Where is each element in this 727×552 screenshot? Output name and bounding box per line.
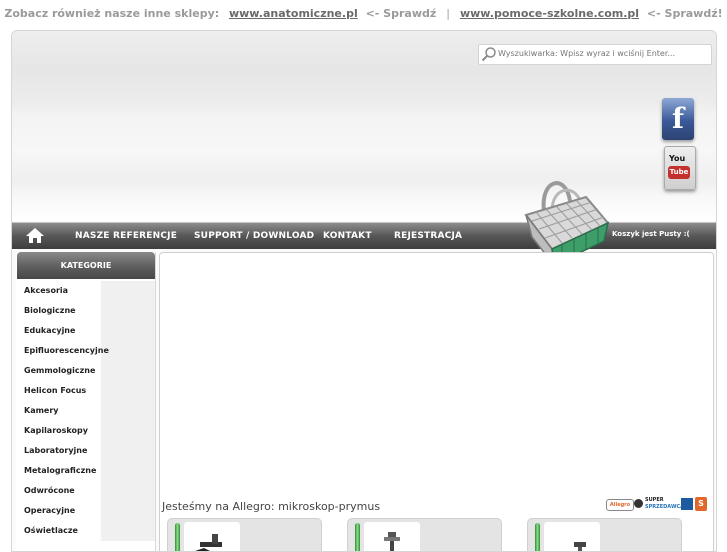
check-hint-1: <- Sprawdź [365, 7, 437, 20]
super-seller-icon [634, 499, 643, 508]
category-item[interactable]: Akcesoria [16, 281, 155, 301]
page-frame: f You Tube NASZE REFERENCJE SUPPORT / DO… [11, 30, 717, 552]
category-item[interactable]: Epifluorescencyjne [16, 341, 155, 361]
other-shops-label: Zobacz również nasze inne sklepy: [4, 7, 220, 20]
youtube-text-you: You [669, 154, 686, 163]
category-item[interactable]: Kamery [16, 401, 155, 421]
category-item[interactable]: Kapilaroskopy [16, 421, 155, 441]
category-item[interactable]: Laboratoryjne [16, 441, 155, 461]
product-thumbnail[interactable] [184, 522, 240, 551]
category-list: Akcesoria Biologiczne Edukacyjne Epifluo… [16, 281, 155, 541]
other-shops-bar: Zobacz również nasze inne sklepy: www.an… [0, 0, 727, 28]
allegro-badges: Allegro SUPER SPRZEDAWCA S [606, 496, 710, 512]
category-item[interactable]: Helicon Focus [16, 381, 155, 401]
search-input[interactable] [498, 46, 706, 61]
microscope-icon [195, 534, 222, 551]
youtube-icon[interactable]: You Tube [664, 146, 696, 190]
nav-register[interactable]: REJESTRACJA [394, 223, 462, 250]
super-seller-subtext: SPRZEDAWCA [645, 504, 685, 510]
link-separator: | [446, 7, 451, 20]
green-marker [355, 523, 360, 551]
category-item[interactable]: Metalograficzne [16, 461, 155, 481]
category-sidebar: KATEGORIE Akcesoria Biologiczne Edukacyj… [16, 252, 156, 551]
nav-support-download[interactable]: SUPPORT / DOWNLOAD [194, 223, 314, 250]
package-icon [681, 498, 693, 510]
main-nav: NASZE REFERENCJE SUPPORT / DOWNLOAD KONT… [12, 222, 716, 249]
category-item[interactable]: Gemmologiczne [16, 361, 155, 381]
allegro-logo: Allegro [606, 499, 634, 511]
green-marker [535, 523, 540, 551]
youtube-text-tube: Tube [668, 166, 690, 179]
category-item[interactable]: Biologiczne [16, 301, 155, 321]
nav-contact[interactable]: KONTAKT [323, 223, 372, 250]
category-item[interactable]: Oświetlacze [16, 521, 155, 541]
product-card[interactable] [527, 518, 682, 551]
super-seller-text: SUPER [645, 497, 664, 503]
allegro-heading[interactable]: Jesteśmy na Allegro: mikroskop-prymus [162, 500, 380, 513]
product-card[interactable] [167, 518, 322, 551]
product-card[interactable] [347, 518, 502, 551]
facebook-glyph: f [671, 102, 685, 135]
link-anatomiczne[interactable]: www.anatomiczne.pl [229, 7, 358, 20]
product-thumbnail[interactable] [544, 522, 600, 551]
s-logo-icon: S [695, 497, 707, 511]
green-marker [175, 523, 180, 551]
category-item[interactable]: Operacyjne [16, 501, 155, 521]
search-box[interactable] [478, 44, 712, 65]
product-thumbnail[interactable] [364, 522, 420, 551]
category-item[interactable]: Odwrócone [16, 481, 155, 501]
microscope-icon [574, 542, 586, 551]
category-header: KATEGORIE [17, 252, 155, 279]
cart-status[interactable]: Koszyk jest Pusty :( [612, 230, 690, 238]
search-icon [481, 47, 496, 62]
nav-references[interactable]: NASZE REFERENCJE [75, 223, 177, 250]
link-pomoce-szkolne[interactable]: www.pomoce-szkolne.com.pl [460, 7, 639, 20]
microscope-icon [384, 532, 400, 551]
category-item[interactable]: Edukacyjne [16, 321, 155, 341]
home-icon[interactable] [25, 227, 45, 244]
facebook-icon[interactable]: f [662, 98, 694, 140]
super-seller-badge: SUPER SPRZEDAWCA [634, 497, 684, 511]
check-hint-2: <- Sprawdź! [646, 7, 723, 20]
